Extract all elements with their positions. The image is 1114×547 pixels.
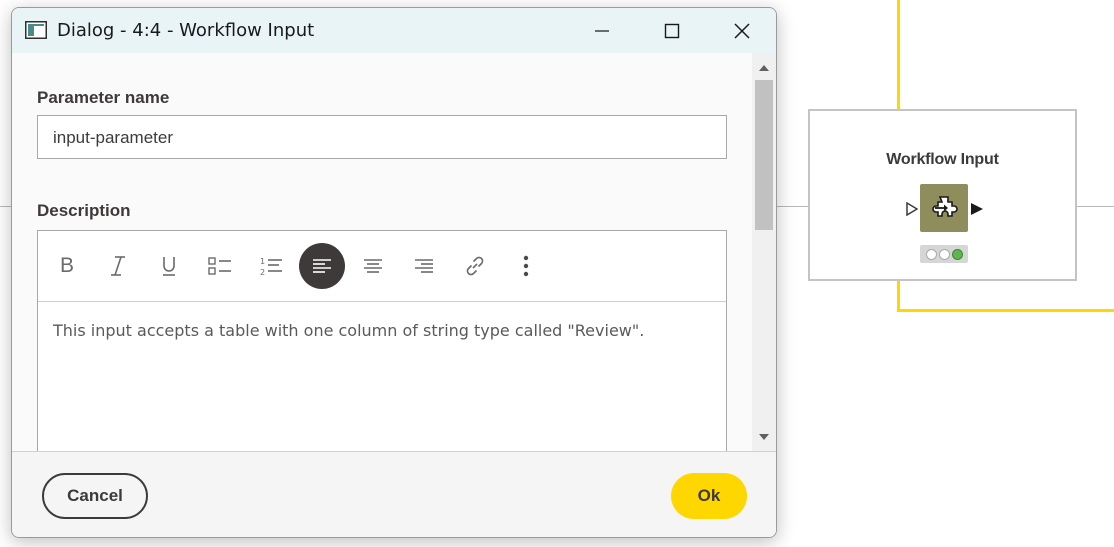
vertical-scrollbar[interactable] xyxy=(752,53,776,451)
link-button[interactable] xyxy=(452,243,498,289)
node-title: Workflow Input xyxy=(886,151,999,168)
bold-icon: B xyxy=(59,254,74,277)
scroll-down-icon[interactable] xyxy=(759,434,769,440)
maximize-button[interactable] xyxy=(649,8,695,53)
status-light-3 xyxy=(951,248,963,260)
more-options-button[interactable] xyxy=(503,243,549,289)
ok-button[interactable]: Ok xyxy=(671,473,747,519)
underline-icon xyxy=(163,257,175,276)
close-button[interactable] xyxy=(719,8,765,53)
more-options-icon xyxy=(523,255,529,277)
node-status-indicator xyxy=(920,245,968,263)
align-left-button[interactable] xyxy=(299,243,345,289)
workflow-input-node[interactable]: Workflow Input xyxy=(808,109,1077,281)
description-label: Description xyxy=(37,201,131,220)
status-light-1 xyxy=(925,248,937,260)
dialog-window: Dialog - 4:4 - Workflow Input Parameter … xyxy=(11,7,777,538)
bold-button[interactable]: B xyxy=(44,243,90,289)
output-port-icon[interactable] xyxy=(970,202,984,216)
parameter-name-input[interactable]: input-parameter xyxy=(37,115,727,159)
description-text[interactable]: This input accepts a table with one colu… xyxy=(53,321,644,340)
underline-button[interactable] xyxy=(146,243,192,289)
description-editor: B 1 2 This input accepts a table with on… xyxy=(37,230,727,451)
align-left-icon xyxy=(313,259,331,273)
minimize-icon xyxy=(595,29,609,32)
italic-icon xyxy=(111,256,125,276)
bullet-list-icon xyxy=(208,257,231,275)
dialog-footer: Cancel Ok xyxy=(12,451,776,537)
node-icon[interactable] xyxy=(920,184,968,232)
italic-button[interactable] xyxy=(95,243,141,289)
scroll-thumb[interactable] xyxy=(755,80,773,230)
status-light-2 xyxy=(938,248,950,260)
minimize-button[interactable] xyxy=(579,8,625,53)
close-icon xyxy=(734,22,750,39)
scroll-up-icon[interactable] xyxy=(759,65,769,71)
app-window-icon xyxy=(25,21,47,39)
parameter-name-label: Parameter name xyxy=(37,88,170,107)
puzzle-gear-icon xyxy=(932,196,958,217)
maximize-icon xyxy=(664,23,680,38)
svg-text:1: 1 xyxy=(260,257,265,266)
ordered-list-button[interactable]: 1 2 xyxy=(248,243,294,289)
ordered-list-icon: 1 2 xyxy=(260,257,282,276)
dialog-body: Parameter name input-parameter Descripti… xyxy=(12,53,752,451)
align-right-button[interactable] xyxy=(401,243,447,289)
editor-toolbar: B 1 2 xyxy=(38,231,726,302)
align-center-button[interactable] xyxy=(350,243,396,289)
cancel-button[interactable]: Cancel xyxy=(42,473,148,519)
align-center-icon xyxy=(364,259,382,273)
align-right-icon xyxy=(415,259,433,273)
title-bar[interactable]: Dialog - 4:4 - Workflow Input xyxy=(12,8,776,53)
link-icon xyxy=(466,256,484,276)
input-port-icon[interactable] xyxy=(906,202,918,216)
bullet-list-button[interactable] xyxy=(197,243,243,289)
svg-text:2: 2 xyxy=(260,268,265,276)
window-title: Dialog - 4:4 - Workflow Input xyxy=(57,20,315,41)
